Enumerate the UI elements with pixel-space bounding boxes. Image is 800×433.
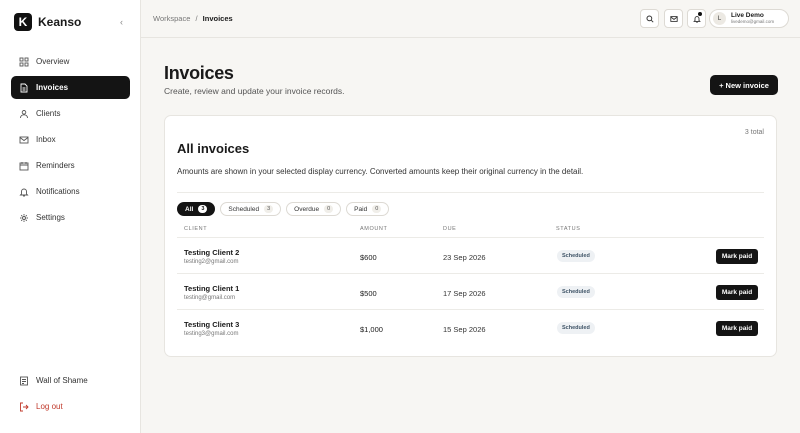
calendar-icon <box>19 161 29 171</box>
filter-label: Paid <box>354 205 368 213</box>
bell-icon <box>19 187 29 197</box>
user-menu[interactable]: L Live Demo livedemo@gmail.com <box>709 9 789 28</box>
filter-count: 0 <box>324 205 334 213</box>
table-header: CLIENT AMOUNT DUE STATUS <box>177 226 764 238</box>
filter-paid[interactable]: Paid 0 <box>346 202 390 216</box>
logout-button[interactable]: Log out <box>11 395 130 418</box>
table-row[interactable]: Testing Client 3 testing3@gmail.com $1,0… <box>177 310 764 346</box>
notifications-button[interactable] <box>687 9 706 28</box>
filter-count: 0 <box>372 205 382 213</box>
new-invoice-button[interactable]: + New invoice <box>710 75 778 95</box>
logout-label: Log out <box>36 402 63 411</box>
sidebar-item-label: Wall of Shame <box>36 376 88 385</box>
client-name: Testing Client 3 <box>184 320 240 329</box>
sidebar-item-notifications[interactable]: Notifications <box>11 180 130 203</box>
search-icon <box>645 10 654 28</box>
sidebar-item-label: Overview <box>36 57 70 66</box>
sidebar-nav: Overview Invoices Clients Inbox Reminder… <box>11 50 130 232</box>
sidebar-item-clients[interactable]: Clients <box>11 102 130 125</box>
invoice-amount: $500 <box>360 289 377 298</box>
list-icon <box>19 376 29 386</box>
client-email: testing2@gmail.com <box>184 259 239 265</box>
sidebar-item-wall-of-shame[interactable]: Wall of Shame <box>11 369 130 392</box>
gear-icon <box>19 213 29 223</box>
brand-name: Keanso <box>38 15 82 29</box>
filter-count: 3 <box>198 205 208 213</box>
invoice-amount: $1,000 <box>360 325 383 334</box>
user-icon <box>19 109 29 119</box>
invoice-total-count: 3 total <box>744 129 764 136</box>
invoice-due-date: 23 Sep 2026 <box>443 253 486 262</box>
column-client: CLIENT <box>184 226 208 232</box>
status-badge: Scheduled <box>557 250 595 262</box>
brand[interactable]: K Keanso <box>14 13 81 31</box>
client-email: testing@gmail.com <box>184 295 236 301</box>
sidebar-item-invoices[interactable]: Invoices <box>11 76 130 99</box>
divider <box>177 192 764 193</box>
inbox-button[interactable] <box>664 9 683 28</box>
card-title: All invoices <box>177 141 250 156</box>
sidebar-item-inbox[interactable]: Inbox <box>11 128 130 151</box>
search-button[interactable] <box>640 9 659 28</box>
page-title: Invoices <box>164 63 234 83</box>
invoices-card: 3 total All invoices Amounts are shown i… <box>164 115 777 357</box>
filter-all[interactable]: All 3 <box>177 202 216 216</box>
filter-count: 3 <box>264 205 274 213</box>
mail-icon <box>19 135 29 145</box>
mark-paid-button[interactable]: Mark paid <box>716 321 758 336</box>
document-icon <box>19 83 29 93</box>
topbar: Workspace / Invoices L Live Demo livedem… <box>141 0 800 38</box>
client-name: Testing Client 1 <box>184 284 240 293</box>
invoice-due-date: 17 Sep 2026 <box>443 289 486 298</box>
breadcrumb: Workspace / Invoices <box>153 14 233 23</box>
status-badge: Scheduled <box>557 286 595 298</box>
notification-dot <box>698 12 702 16</box>
column-due: DUE <box>443 226 457 232</box>
sidebar-item-overview[interactable]: Overview <box>11 50 130 73</box>
status-badge: Scheduled <box>557 322 595 334</box>
breadcrumb-current: Invoices <box>202 14 233 23</box>
collapse-sidebar-icon[interactable]: ‹ <box>120 17 123 27</box>
status-filters: All 3 Scheduled 3 Overdue 0 Paid 0 <box>177 202 394 216</box>
breadcrumb-root[interactable]: Workspace <box>153 14 190 23</box>
client-email: testing3@gmail.com <box>184 331 239 337</box>
filter-overdue[interactable]: Overdue 0 <box>286 202 342 216</box>
invoice-due-date: 15 Sep 2026 <box>443 325 486 334</box>
sidebar-item-label: Inbox <box>36 135 56 144</box>
sidebar: K Keanso ‹ Overview Invoices Clients Inb… <box>0 0 141 433</box>
sidebar-bottom: Wall of Shame Log out <box>11 369 130 421</box>
client-name: Testing Client 2 <box>184 248 240 257</box>
filter-label: All <box>185 205 194 213</box>
user-email: livedemo@gmail.com <box>731 19 775 24</box>
logout-icon <box>19 402 29 412</box>
filter-label: Scheduled <box>228 205 260 213</box>
sidebar-item-label: Clients <box>36 109 61 118</box>
mark-paid-button[interactable]: Mark paid <box>716 249 758 264</box>
sidebar-item-label: Notifications <box>36 187 80 196</box>
brand-logo: K <box>14 13 32 31</box>
mark-paid-button[interactable]: Mark paid <box>716 285 758 300</box>
invoice-amount: $600 <box>360 253 377 262</box>
table-row[interactable]: Testing Client 2 testing2@gmail.com $600… <box>177 238 764 274</box>
mail-icon <box>669 10 678 28</box>
sidebar-item-label: Invoices <box>36 83 69 92</box>
card-description: Amounts are shown in your selected displ… <box>177 167 584 176</box>
column-amount: AMOUNT <box>360 226 388 232</box>
table-row[interactable]: Testing Client 1 testing@gmail.com $500 … <box>177 274 764 310</box>
column-status: STATUS <box>556 226 581 232</box>
sidebar-item-label: Reminders <box>36 161 75 170</box>
avatar: L <box>713 12 726 25</box>
sidebar-item-label: Settings <box>36 213 65 222</box>
breadcrumb-separator: / <box>195 14 198 23</box>
grid-icon <box>19 57 29 67</box>
sidebar-item-reminders[interactable]: Reminders <box>11 154 130 177</box>
sidebar-item-settings[interactable]: Settings <box>11 206 130 229</box>
filter-scheduled[interactable]: Scheduled 3 <box>220 202 282 216</box>
page-subtitle: Create, review and update your invoice r… <box>164 86 345 96</box>
filter-label: Overdue <box>294 205 320 213</box>
